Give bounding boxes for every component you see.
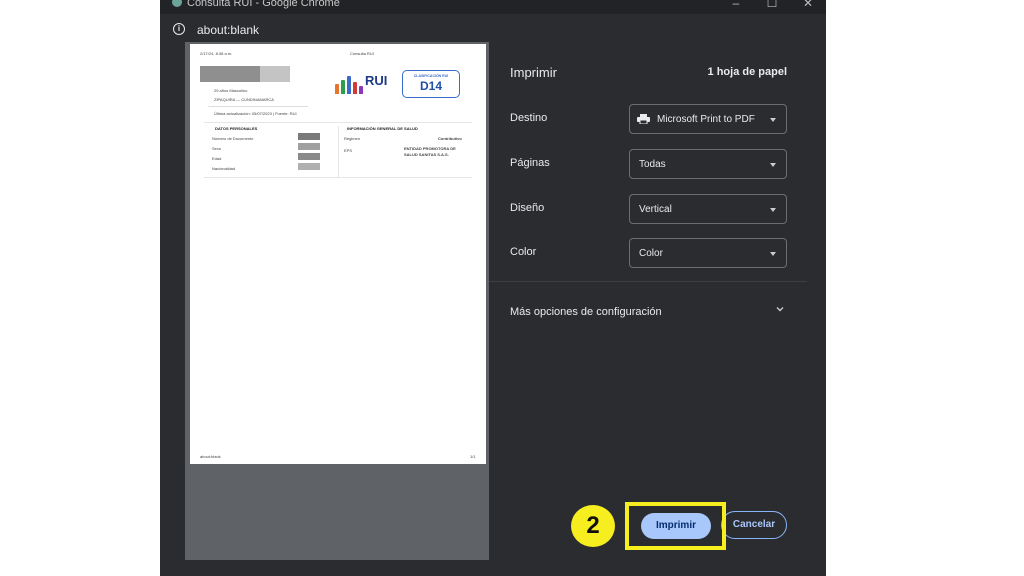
chevron-down-icon [770, 252, 776, 256]
redacted-name [200, 66, 260, 82]
classification-label: CLASIFICACIÓN RUI [413, 74, 449, 78]
health-eps-label: EPS [344, 148, 353, 153]
window-title: Consulta RUI - Google Chrome [187, 0, 340, 9]
maximize-button[interactable]: ☐ [764, 0, 780, 10]
person-age-sex: 29 años Masculino [214, 88, 248, 93]
chevron-down-icon [770, 118, 776, 122]
chevron-down-icon[interactable] [775, 304, 785, 314]
layout-label: Diseño [510, 202, 545, 214]
close-button[interactable]: ✕ [800, 0, 816, 10]
print-dialog: 2/17/24, 8:38 a.m. Consulta RUI 29 años … [185, 42, 807, 560]
layout-select[interactable]: Vertical [629, 194, 787, 224]
last-update: Última actualización: 05/07/2023 | Fuent… [214, 111, 297, 116]
app-icon [172, 0, 182, 7]
print-title: Imprimir [510, 65, 557, 80]
destination-select[interactable]: Microsoft Print to PDF [629, 104, 787, 134]
health-section-title: INFORMACIÓN GENERAL DE SALUD [347, 126, 418, 131]
destination-value: Microsoft Print to PDF [657, 114, 755, 125]
settings-divider [489, 281, 807, 282]
preview-header-title: Consulta RUI [350, 51, 374, 56]
field-age: Edad [212, 156, 222, 161]
redacted-name-part [260, 66, 290, 82]
color-label: Color [510, 246, 537, 258]
divider-line [208, 106, 308, 107]
chrome-window: Consulta RUI - Google Chrome – ☐ ✕ i abo… [160, 0, 826, 576]
health-regimen-label: Régimen [344, 136, 361, 141]
column-divider [338, 126, 339, 178]
print-preview-pane: 2/17/24, 8:38 a.m. Consulta RUI 29 años … [185, 42, 489, 560]
url-text[interactable]: about:blank [197, 23, 259, 37]
color-value: Color [639, 248, 663, 259]
print-settings-panel: Imprimir 1 hoja de papel Destino Microso… [489, 42, 807, 560]
health-eps-value-1: ENTIDAD PROMOTORA DE [404, 146, 456, 151]
rui-logo: RUI [333, 70, 395, 96]
pages-select[interactable]: Todas [629, 149, 787, 179]
redacted-value [298, 133, 320, 140]
pages-value: Todas [639, 159, 666, 170]
minimize-button[interactable]: – [728, 0, 744, 10]
field-sex: Sexo [212, 146, 222, 151]
printer-icon [637, 114, 650, 124]
field-document: Número de Documento [212, 136, 254, 141]
preview-header-date: 2/17/24, 8:38 a.m. [200, 51, 233, 56]
health-eps-value-2: SALUD SANITAS S.A.S. [404, 152, 449, 157]
section-divider [204, 122, 472, 123]
section-divider-bottom [204, 177, 472, 178]
rui-logo-text: RUI [365, 73, 388, 88]
cancel-button[interactable]: Cancelar [721, 511, 787, 539]
preview-footer-page: 1/1 [470, 454, 476, 459]
redacted-value [298, 153, 320, 160]
step-badge: 2 [571, 505, 615, 547]
field-nationality: Nacionalidad [212, 166, 236, 171]
address-bar[interactable]: i about:blank [160, 18, 826, 44]
classification-box: CLASIFICACIÓN RUI D14 [402, 70, 460, 98]
personal-section-title: DATOS PERSONALES [215, 126, 258, 131]
preview-footer-url: about:blank [200, 454, 221, 459]
redacted-value [298, 143, 320, 150]
pages-label: Páginas [510, 157, 550, 169]
rui-logo-icon [333, 74, 363, 94]
redacted-value [298, 163, 320, 170]
color-select[interactable]: Color [629, 238, 787, 268]
destination-label: Destino [510, 112, 548, 124]
sheet-count: 1 hoja de papel [707, 66, 787, 78]
health-regimen-value: Contributivo [438, 136, 462, 141]
layout-value: Vertical [639, 204, 672, 215]
highlight-box [625, 502, 726, 550]
person-location: ZIPAQUIRA — CUNDINAMARCA [214, 97, 274, 102]
classification-code: D14 [419, 79, 442, 93]
more-options-toggle[interactable]: Más opciones de configuración [510, 306, 662, 318]
preview-page: 2/17/24, 8:38 a.m. Consulta RUI 29 años … [190, 44, 486, 464]
chevron-down-icon [770, 163, 776, 167]
info-icon[interactable]: i [173, 23, 185, 35]
chevron-down-icon [770, 208, 776, 212]
title-bar: Consulta RUI - Google Chrome – ☐ ✕ [160, 0, 826, 14]
